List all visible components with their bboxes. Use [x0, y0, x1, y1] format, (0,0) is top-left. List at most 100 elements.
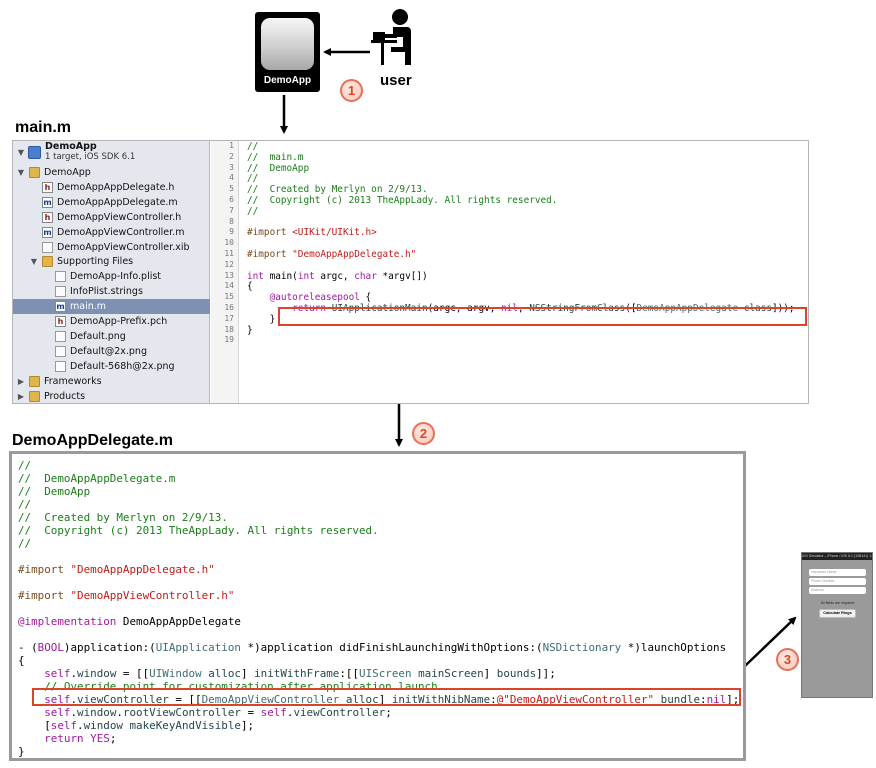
code-token: int [247, 270, 264, 282]
disclosure-open-icon[interactable]: ▼ [16, 145, 26, 160]
navigator-item-label: InfoPlist.strings [70, 286, 143, 298]
navigator-item-label: DemoAppViewController.h [57, 211, 182, 223]
demoapp-icon[interactable]: DemoApp [255, 12, 320, 92]
line-number: 8 [229, 216, 234, 226]
code-token: *)application didFinishLaunchingWithOpti… [240, 641, 543, 654]
code-token: *argv[]) [376, 270, 428, 282]
code-token: self [50, 719, 78, 732]
phone-required-note: All fields are required [820, 601, 855, 605]
code-token: ]; [240, 719, 255, 732]
implementation-file-icon: m [55, 301, 66, 313]
code-token: // DemoApp [18, 485, 91, 498]
line-number: 6 [229, 194, 234, 204]
code-line: #import "DemoAppAppDelegate.h" [247, 248, 807, 261]
navigator-item[interactable]: ▼ Supporting Files [13, 254, 210, 269]
code-token: } [18, 745, 25, 758]
navigator-item[interactable]: m DemoAppViewController.m [13, 225, 210, 240]
code-line: // Copyright (c) 2013 TheAppLady. All ri… [247, 195, 807, 207]
code-line: #import "DemoAppViewController.h" [18, 589, 743, 602]
navigator-item-label: Default@2x.png [70, 345, 147, 357]
navigator-item-label: DemoAppAppDelegate.h [57, 181, 175, 193]
project-subtitle: 1 target, iOS SDK 6.1 [45, 152, 136, 162]
navigator-item[interactable]: ▶ Products [13, 389, 210, 404]
user-label: user [380, 72, 412, 89]
navigator-item[interactable]: Default.png [13, 329, 210, 344]
code-token: // Copyright (c) 2013 TheAppLady. All ri… [18, 524, 379, 537]
code-token: @autoreleasepool [269, 292, 360, 304]
line-number: 12 [224, 259, 234, 269]
code-token: // [247, 141, 259, 152]
code-token: { [359, 292, 372, 304]
code-token: )application:( [63, 641, 156, 654]
phone-field-hardware-name[interactable]: Hardware Name [809, 569, 866, 576]
folder-icon [29, 390, 40, 402]
code-token: window [77, 706, 117, 719]
code-token: @implementation [18, 615, 117, 628]
main-m-title: main.m [15, 119, 72, 136]
code-token: window [77, 667, 117, 680]
code-line: // DemoAppAppDelegate.m [18, 472, 743, 485]
code-token: { [247, 281, 253, 293]
line-number: 4 [229, 173, 234, 183]
code-line: // [18, 459, 743, 472]
navigator-item[interactable]: h DemoAppAppDelegate.h [13, 180, 210, 195]
navigator-item[interactable]: DemoApp-Info.plist [13, 269, 210, 284]
project-root[interactable]: ▼ DemoApp 1 target, iOS SDK 6.1 [13, 141, 210, 165]
navigator-item[interactable]: Default@2x.png [13, 344, 210, 359]
navigator-item[interactable]: h DemoAppViewController.h [13, 210, 210, 225]
code-line: return YES; [18, 732, 743, 745]
disclosure-open-icon[interactable]: ▼ [29, 254, 39, 269]
navigator-item[interactable]: h DemoApp-Prefix.pch [13, 314, 210, 329]
code-token: // DemoApp [247, 162, 310, 174]
navigator-item[interactable]: Default-568h@2x.png [13, 359, 210, 374]
code-token: self [44, 706, 71, 719]
code-token: makeKeyAndVisible [129, 719, 241, 732]
image-file-icon [55, 360, 66, 372]
navigator-item[interactable]: InfoPlist.strings [13, 284, 210, 299]
uiapplicationmain-highlight [278, 307, 807, 326]
code-line: // [247, 206, 807, 218]
code-line: @implementation DemoAppAppDelegate [18, 615, 743, 628]
code-line: self.window = [[UIWindow alloc] initWith… [18, 667, 743, 680]
header-file-icon: h [42, 181, 53, 193]
phone-field-address[interactable]: Address [809, 587, 866, 594]
navigator-item-label: Default.png [70, 330, 126, 342]
implementation-file-icon: m [42, 196, 53, 208]
navigator-item-label: main.m [70, 301, 107, 313]
navigator-item[interactable]: m main.m [13, 299, 210, 315]
phone-status-bar: iOS Simulator – iPhone / iOS 6.1 (10B141… [802, 553, 872, 560]
disclosure-closed-icon[interactable]: ▶ [16, 389, 26, 404]
disclosure-open-icon[interactable]: ▼ [16, 165, 26, 180]
phone-field-phone-number[interactable]: Phone Number [809, 578, 866, 585]
header-file-icon: h [55, 316, 66, 327]
code-token: #import [247, 227, 293, 239]
plist-file-icon [55, 271, 66, 283]
navigator-item-label: DemoAppViewController.m [57, 226, 185, 238]
navigator-item-label: Frameworks [44, 375, 102, 387]
code-token: UIApplication [155, 641, 241, 654]
code-token: = [240, 706, 261, 719]
step-badge-3: 3 [776, 648, 799, 671]
code-line: { [18, 654, 743, 667]
code-token: *)launchOptions [621, 641, 727, 654]
code-token: "DemoAppAppDelegate.h" [292, 248, 417, 260]
navigator-item[interactable]: m DemoAppAppDelegate.m [13, 195, 210, 210]
navigator-item[interactable]: ▶ Frameworks [13, 374, 210, 389]
code-token: - ( [18, 641, 38, 654]
navigator-item[interactable]: ▼ DemoApp [13, 165, 210, 180]
code-token: ]]; [536, 667, 556, 680]
delegate-m-code[interactable]: //// DemoAppAppDelegate.m// DemoApp//// … [18, 459, 743, 758]
folder-icon [29, 375, 40, 387]
disclosure-closed-icon[interactable]: ▶ [16, 374, 26, 389]
code-token: return [44, 732, 84, 745]
calculate-rings-button[interactable]: Calculate Rings [819, 609, 856, 618]
code-token: #import [18, 563, 71, 576]
line-number: 18 [224, 324, 234, 334]
code-token: bounds [496, 667, 537, 680]
code-token: self [44, 667, 71, 680]
navigator-item[interactable]: DemoAppViewController.xib [13, 240, 210, 255]
